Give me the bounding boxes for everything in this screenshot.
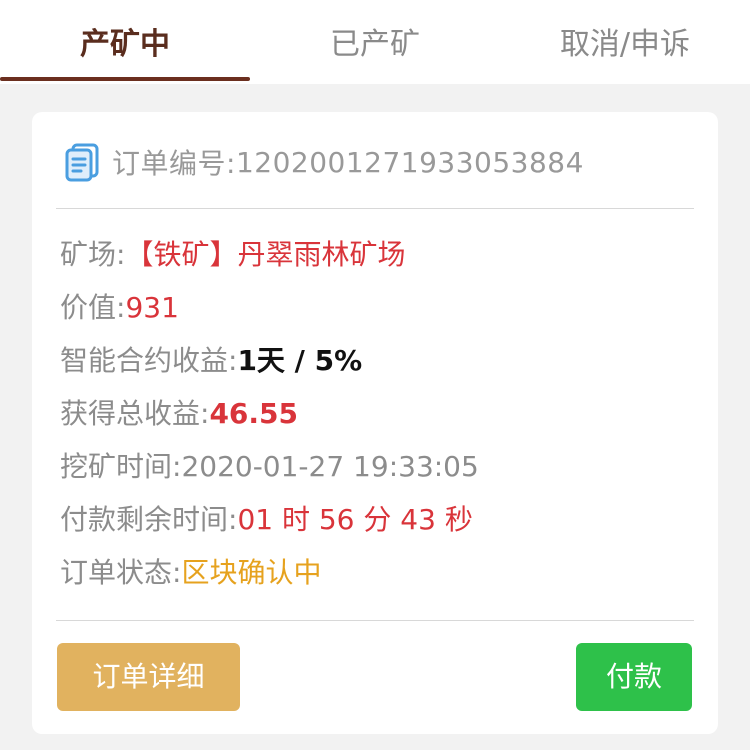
tab-mining[interactable]: 产矿中 (0, 0, 250, 84)
pay-remaining-value: 01 时 56 分 43 秒 (237, 503, 473, 536)
active-tab-indicator (0, 77, 250, 81)
mining-time-label: 挖矿时间: (60, 450, 182, 483)
status-row: 订单状态:区块确认中 (60, 546, 700, 599)
status-label: 订单状态: (60, 556, 182, 589)
mine-label: 矿场: (60, 238, 126, 271)
total-income-value: 46.55 (209, 397, 299, 430)
order-details: 矿场:【铁矿】丹翠雨林矿场 价值:931 智能合约收益:1天 / 5% 获得总收… (60, 228, 700, 599)
document-icon (65, 143, 99, 182)
mine-value: 【铁矿】丹翠雨林矿场 (125, 238, 406, 271)
order-number-row: 订单编号: 1202001271933053884 (64, 140, 584, 184)
value-label: 价值: (60, 291, 126, 324)
total-income-label: 获得总收益: (60, 397, 210, 430)
order-detail-button[interactable]: 订单详细 (57, 643, 240, 711)
mining-time-value: 2020-01-27 19:33:05 (181, 450, 479, 483)
contract-yield-row: 智能合约收益:1天 / 5% (60, 334, 700, 387)
total-income-row: 获得总收益:46.55 (60, 387, 700, 440)
tab-bar: 产矿中 已产矿 取消/申诉 (0, 0, 750, 84)
mining-time-row: 挖矿时间:2020-01-27 19:33:05 (60, 440, 700, 493)
value-value: 931 (125, 291, 179, 324)
pay-button[interactable]: 付款 (576, 643, 692, 711)
pay-remaining-row: 付款剩余时间:01 时 56 分 43 秒 (60, 493, 700, 546)
order-card: 订单编号: 1202001271933053884 矿场:【铁矿】丹翠雨林矿场 价… (32, 112, 718, 734)
divider-top (56, 208, 694, 209)
pay-remaining-label: 付款剩余时间: (60, 503, 238, 536)
contract-yield-label: 智能合约收益: (60, 344, 238, 377)
tab-cancel-appeal[interactable]: 取消/申诉 (500, 0, 750, 84)
tab-mined[interactable]: 已产矿 (250, 0, 500, 84)
status-value: 区块确认中 (181, 556, 322, 589)
order-number-value: 1202001271933053884 (235, 145, 584, 179)
mine-row: 矿场:【铁矿】丹翠雨林矿场 (60, 228, 700, 281)
order-number-label: 订单编号: (112, 147, 236, 180)
value-row: 价值:931 (60, 281, 700, 334)
contract-yield-value: 1天 / 5% (237, 344, 363, 377)
divider-bottom (56, 620, 694, 621)
